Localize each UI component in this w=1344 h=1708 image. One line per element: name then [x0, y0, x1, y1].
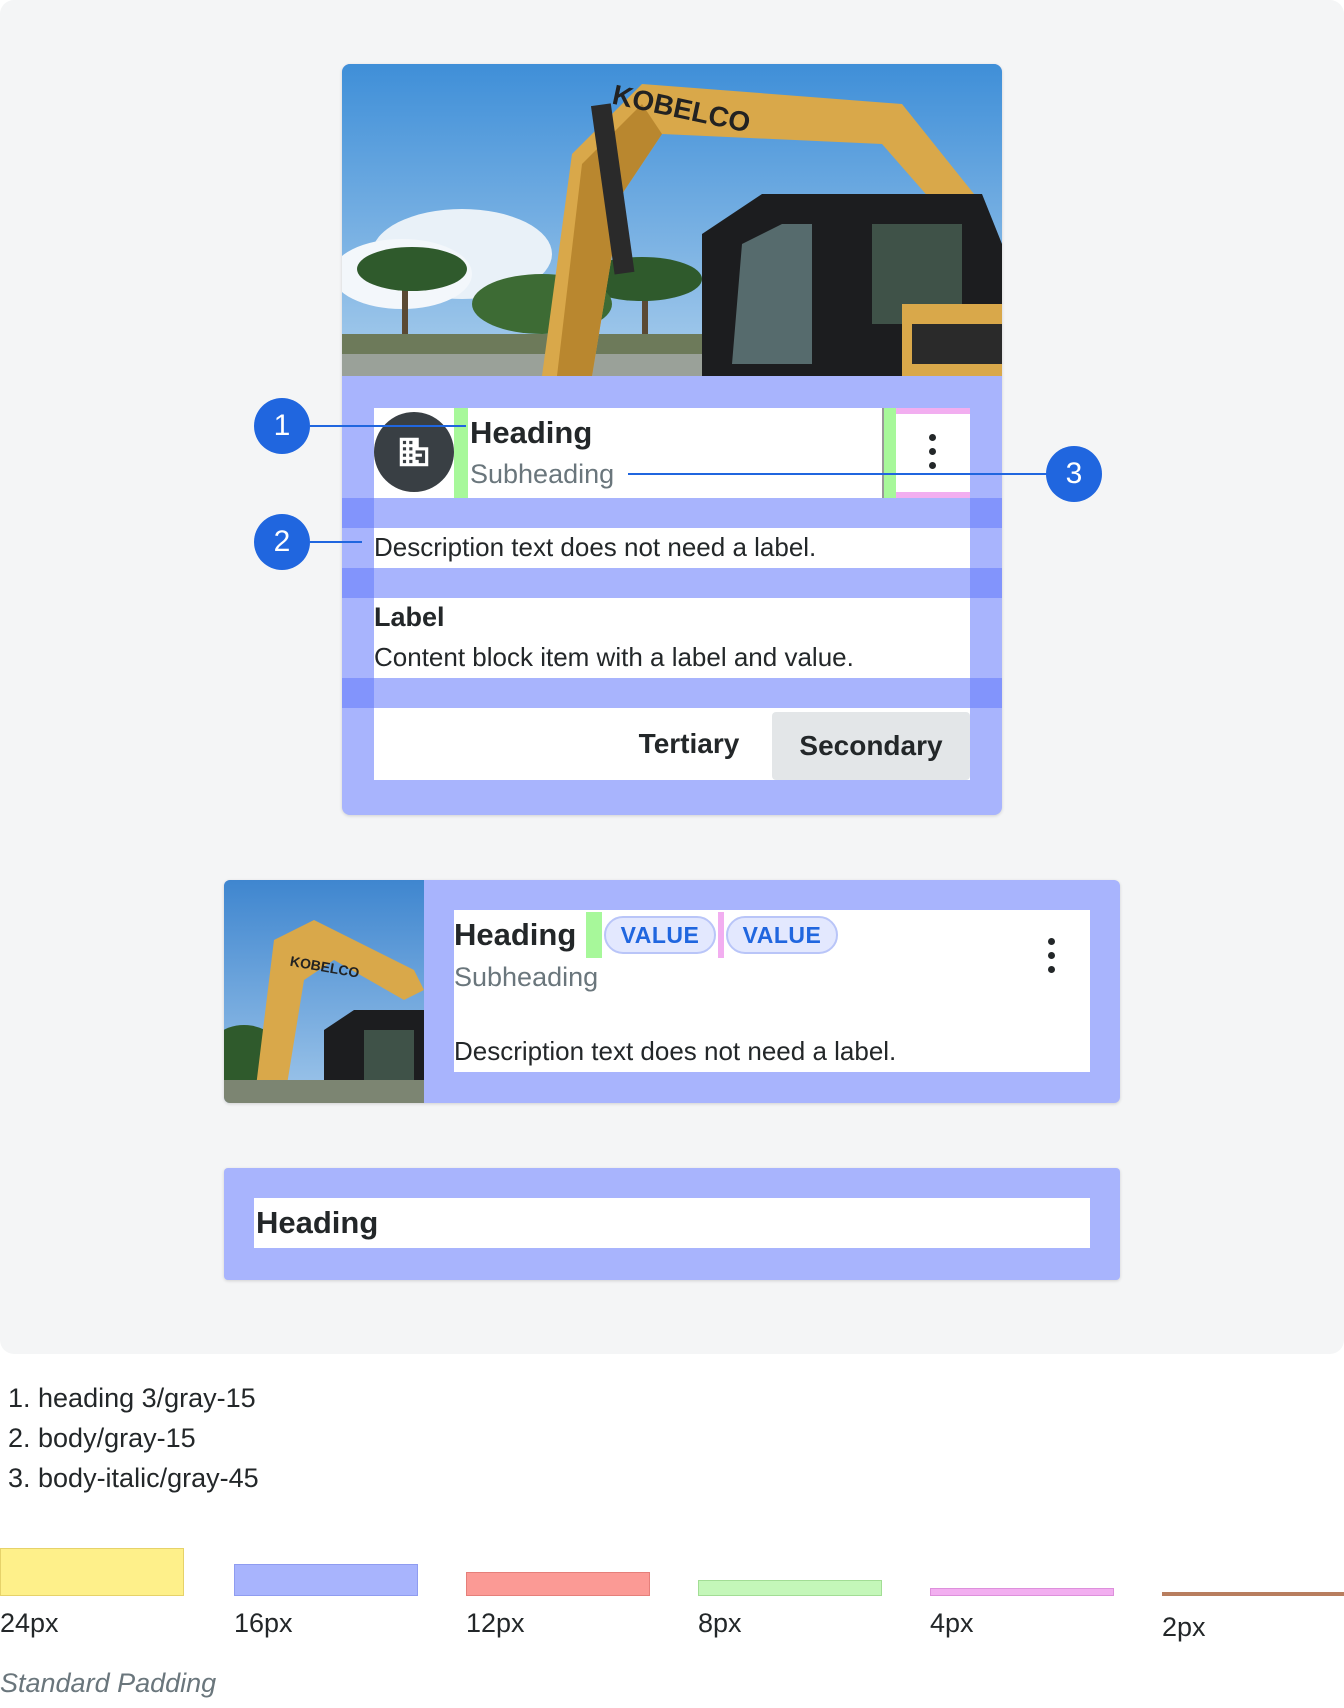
tertiary-button[interactable]: Tertiary: [604, 708, 774, 780]
callout-3-badge: 3: [1046, 446, 1102, 502]
legend-list: 1. heading 3/gray-15 2. body/gray-15 3. …: [8, 1378, 259, 1498]
padding-marker-4px: [896, 408, 970, 414]
card-vertical[interactable]: KOBELCO Heading Subheading Description t…: [342, 64, 1002, 815]
swatch-12px: [466, 1572, 650, 1596]
legend-item: 3. body-italic/gray-45: [8, 1463, 259, 1493]
callout-2-badge: 2: [254, 514, 310, 570]
callout-line: [628, 473, 1048, 475]
padding-marker-8px: [586, 912, 602, 958]
padding-marker-4px: [896, 492, 970, 498]
swatch-8px: [698, 1580, 882, 1596]
secondary-button[interactable]: Secondary: [772, 712, 970, 780]
callout-line: [310, 425, 466, 427]
card3-heading: Heading: [256, 1205, 379, 1240]
card-subheading: Subheading: [470, 459, 615, 489]
swatch-16px: [234, 1564, 418, 1596]
card-description: Description text does not need a label.: [374, 532, 817, 562]
padding-marker-8px: [882, 408, 896, 498]
kebab-menu-icon[interactable]: [929, 434, 937, 476]
padding-marker: [342, 678, 374, 708]
legend-item: 2. body/gray-15: [8, 1423, 196, 1453]
swatch-label: 8px: [698, 1608, 742, 1638]
content-label: Label: [374, 602, 445, 632]
padding-marker: [970, 678, 1002, 708]
excavator-photo-image: KOBELCO: [342, 64, 1002, 376]
callout-1-badge: 1: [254, 398, 310, 454]
card2-heading: Heading: [454, 917, 577, 952]
swatch-24px: [0, 1548, 184, 1596]
padding-marker-8px: [454, 408, 468, 498]
swatch-label: 12px: [466, 1608, 525, 1638]
value-chip: VALUE: [726, 916, 838, 954]
padding-marker-4px: [718, 912, 724, 958]
card2-description: Description text does not need a label.: [454, 1036, 897, 1066]
swatch-label: 24px: [0, 1608, 59, 1638]
kebab-menu-icon[interactable]: [1048, 938, 1056, 980]
card2-subheading: Subheading: [454, 962, 599, 992]
padding-marker: [342, 498, 374, 528]
footer-note: Standard Padding: [0, 1668, 217, 1698]
card-heading: Heading: [470, 415, 593, 450]
padding-marker: [970, 568, 1002, 598]
swatch-2px: [1162, 1592, 1344, 1596]
legend-item: 1. heading 3/gray-15: [8, 1383, 256, 1413]
value-chip: VALUE: [604, 916, 716, 954]
content-value: Content block item with a label and valu…: [374, 642, 854, 672]
callout-line: [310, 541, 362, 543]
card-photo: KOBELCO: [342, 64, 1002, 376]
avatar: [374, 412, 454, 492]
padding-marker: [970, 498, 1002, 528]
card3-content: [254, 1198, 1090, 1248]
building-icon: [399, 437, 429, 467]
card-horizontal[interactable]: KOBELCO Heading VALUE VALUE Subheading D…: [224, 880, 1120, 1103]
swatch-4px: [930, 1588, 1114, 1596]
swatch-label: 4px: [930, 1608, 974, 1638]
swatch-label: 16px: [234, 1608, 293, 1638]
card-heading-only[interactable]: Heading: [224, 1168, 1120, 1280]
excavator-thumbnail-image: KOBELCO: [224, 880, 424, 1103]
padding-marker: [342, 568, 374, 598]
swatch-label: 2px: [1162, 1612, 1206, 1642]
